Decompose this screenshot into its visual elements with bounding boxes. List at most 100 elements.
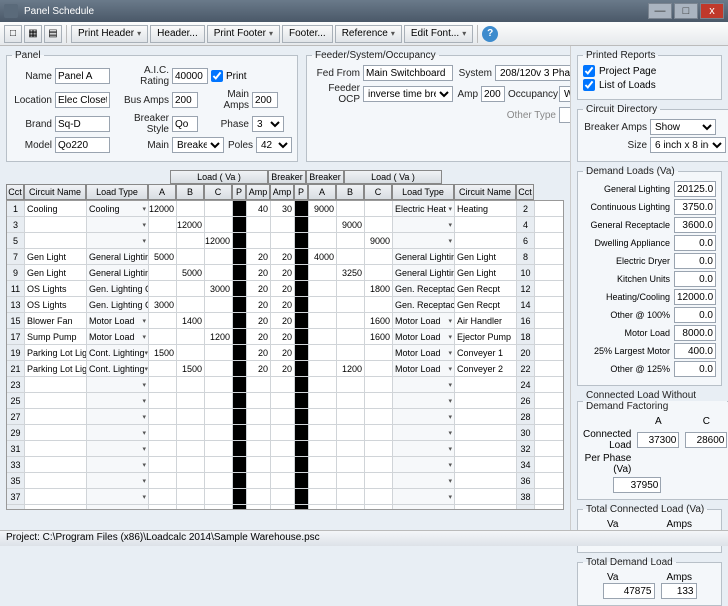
model-input[interactable] [55, 137, 110, 153]
table-row[interactable]: 2526 [7, 393, 563, 409]
name-input[interactable] [55, 68, 110, 84]
print-header-button[interactable]: Print Header▾ [71, 25, 148, 43]
size-select[interactable]: 6 inch x 8 inch [650, 137, 726, 153]
table-row[interactable]: 15Blower FanMotor Load140020201600Motor … [7, 313, 563, 329]
table-row[interactable]: 51200090006 [7, 233, 563, 249]
table-row[interactable]: 2324 [7, 377, 563, 393]
table-row[interactable]: 19Parking Lot LightsCont. Lighting150020… [7, 345, 563, 361]
col-b-l[interactable]: B [176, 184, 204, 200]
maximize-button[interactable]: □ [674, 3, 698, 19]
busamps-input[interactable] [172, 92, 198, 108]
mainamps-input[interactable] [252, 92, 278, 108]
window-title: Panel Schedule [24, 6, 94, 17]
table-row[interactable]: 3738 [7, 489, 563, 505]
demand-value[interactable] [674, 235, 716, 251]
bamps-select[interactable]: Show [650, 119, 716, 135]
footer-button[interactable]: Footer... [282, 25, 333, 43]
table-row[interactable]: 3132 [7, 441, 563, 457]
othertype-label: Other Type [504, 110, 556, 121]
col-c-l[interactable]: C [204, 184, 232, 200]
demand-value[interactable] [674, 181, 716, 197]
grp-breaker-left: Breaker [268, 170, 306, 184]
col-p-r[interactable]: P [294, 184, 308, 200]
grid-body[interactable]: 1CoolingCooling1200040309000Electric Hea… [6, 200, 564, 510]
print-footer-button[interactable]: Print Footer▾ [207, 25, 280, 43]
table-row[interactable]: 1CoolingCooling1200040309000Electric Hea… [7, 201, 563, 217]
listloads-checkbox[interactable] [583, 79, 595, 91]
table-row[interactable]: 31200090004 [7, 217, 563, 233]
table-row[interactable]: 3940 [7, 505, 563, 510]
demand-value[interactable] [674, 271, 716, 287]
cl-c-input[interactable] [685, 432, 727, 448]
panel-fieldset: Panel Name A.I.C. Rating Print Location … [6, 50, 298, 162]
busamps-label: Bus Amps [113, 95, 169, 106]
demand-row: General Lighting [583, 181, 716, 197]
col-circuitname-r[interactable]: Circuit Name [454, 184, 516, 200]
table-row[interactable]: 21Parking Lot LightsCont. Lighting150020… [7, 361, 563, 377]
aic-input[interactable] [172, 68, 208, 84]
othertype-input [559, 107, 570, 123]
close-button[interactable]: x [700, 3, 724, 19]
header-button[interactable]: Header... [150, 25, 205, 43]
open-icon[interactable]: ▦ [24, 25, 42, 43]
minimize-button[interactable]: — [648, 3, 672, 19]
help-icon[interactable]: ? [482, 26, 498, 42]
col-loadtype-l[interactable]: Load Type [86, 184, 148, 200]
tdl-amps-input[interactable] [661, 583, 697, 599]
grp-breaker-right: Breaker [306, 170, 344, 184]
demand-value[interactable] [674, 325, 716, 341]
demand-value[interactable] [674, 307, 716, 323]
col-amp-l[interactable]: Amp [246, 184, 270, 200]
demand-value[interactable] [674, 253, 716, 269]
table-row[interactable]: 13OS LightsGen. Lighting C30002020Gen. R… [7, 297, 563, 313]
demand-value[interactable] [674, 199, 716, 215]
table-row[interactable]: 2930 [7, 425, 563, 441]
col-loadtype-r[interactable]: Load Type [392, 184, 454, 200]
demand-value[interactable] [674, 217, 716, 233]
col-b-r[interactable]: B [336, 184, 364, 200]
col-circuitname-l[interactable]: Circuit Name [24, 184, 86, 200]
col-c-r[interactable]: C [364, 184, 392, 200]
main-select[interactable]: Breaker [172, 137, 224, 153]
demand-value[interactable] [674, 361, 716, 377]
cl-a-input[interactable] [637, 432, 679, 448]
print-checkbox[interactable] [211, 70, 223, 82]
new-icon[interactable]: □ [4, 25, 22, 43]
table-row[interactable]: 9Gen LightGeneral Lighting500020203250Ge… [7, 265, 563, 281]
table-row[interactable]: 11OS LightsGen. Lighting C300020201800Ge… [7, 281, 563, 297]
phase-select[interactable]: 3 [252, 116, 284, 132]
table-row[interactable]: 3334 [7, 457, 563, 473]
ocp-select[interactable]: inverse time breaker [363, 86, 453, 102]
poles-label: Poles [227, 140, 253, 151]
location-input[interactable] [55, 92, 110, 108]
table-row[interactable]: 7Gen LightGeneral Lighting500020204000Ge… [7, 249, 563, 265]
tdl-va-input[interactable] [603, 583, 655, 599]
demand-value[interactable] [674, 343, 716, 359]
col-cct-r[interactable]: Cct [516, 184, 534, 200]
reference-button[interactable]: Reference▾ [335, 25, 402, 43]
col-amp-r[interactable]: Amp [270, 184, 294, 200]
poles-select[interactable]: 42 [256, 137, 292, 153]
bstyle-input[interactable] [172, 116, 198, 132]
demand-value[interactable] [674, 289, 716, 305]
projectpage-checkbox[interactable] [583, 65, 595, 77]
col-p-l[interactable]: P [232, 184, 246, 200]
grp-load-right: Load ( Va ) [344, 170, 442, 184]
brand-input[interactable] [55, 116, 110, 132]
col-cct-l[interactable]: Cct [6, 184, 24, 200]
pp-b-input[interactable] [613, 477, 661, 493]
system-select[interactable]: 208/120v 3 Phase 4 W [495, 65, 570, 81]
table-row[interactable]: 3536 [7, 473, 563, 489]
occ-select[interactable]: Warehouse (storage) [559, 86, 570, 102]
col-a-l[interactable]: A [148, 184, 176, 200]
fedfrom-input[interactable] [363, 65, 453, 81]
table-row[interactable]: 17Sump PumpMotor Load120020201600Motor L… [7, 329, 563, 345]
col-a-r[interactable]: A [308, 184, 336, 200]
amp-input[interactable] [481, 86, 505, 102]
demand-row: Dwelling Appliance [583, 235, 716, 251]
table-row[interactable]: 2728 [7, 409, 563, 425]
reports-legend: Printed Reports [583, 50, 658, 61]
grid-icon[interactable]: ▤ [44, 25, 62, 43]
aic-label: A.I.C. Rating [113, 65, 169, 87]
edit-font-button[interactable]: Edit Font...▾ [404, 25, 473, 43]
